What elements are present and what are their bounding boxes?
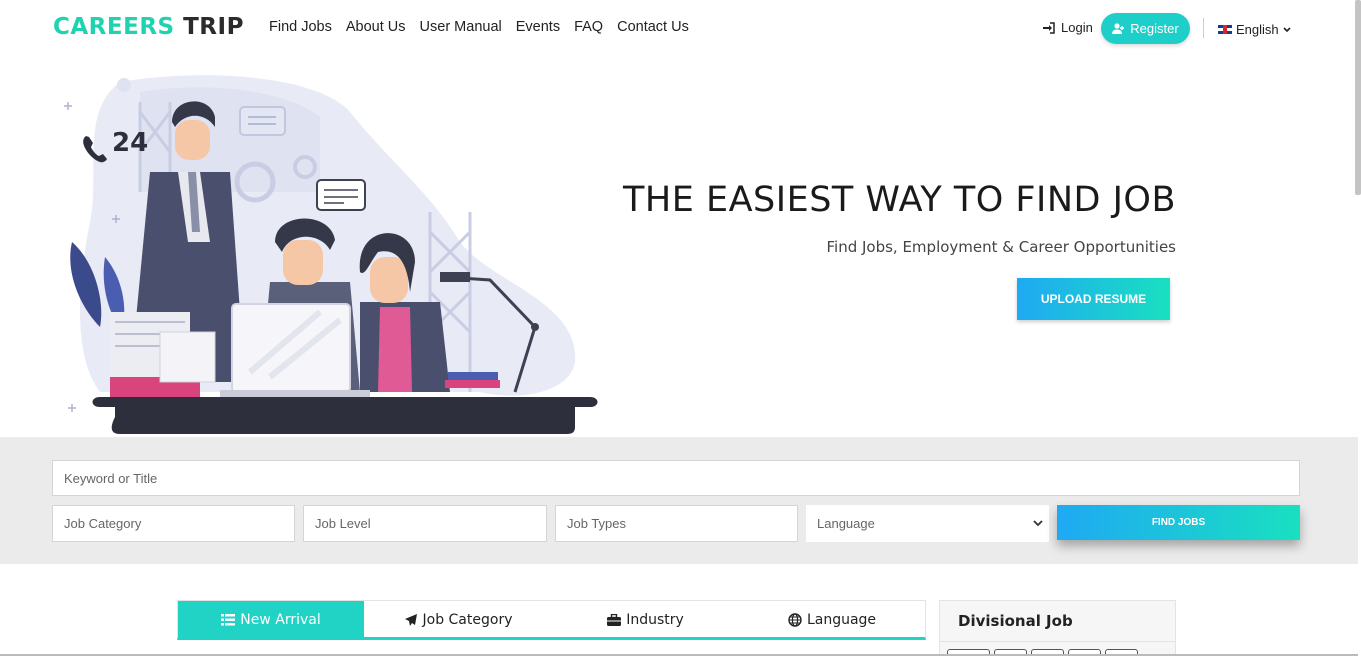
language-dropdown[interactable]: English bbox=[1218, 22, 1291, 37]
hero-title: THE EASIEST WAY TO FIND JOB bbox=[623, 180, 1176, 220]
job-category-placeholder: Job Category bbox=[64, 516, 142, 531]
nav-divider bbox=[1203, 18, 1204, 38]
top-navbar: CAREERS TRIP Find Jobs About Us User Man… bbox=[0, 0, 1361, 58]
job-level-input[interactable]: Job Level bbox=[303, 505, 547, 542]
tab-new-arrival[interactable]: New Arrival bbox=[178, 601, 364, 638]
nav-about-us[interactable]: About Us bbox=[346, 19, 406, 35]
hero-subtitle: Find Jobs, Employment & Career Opportuni… bbox=[826, 238, 1176, 256]
register-label: Register bbox=[1130, 21, 1179, 36]
job-tabs: New Arrival Job Category Industry Langua… bbox=[177, 600, 926, 640]
logo-part-2: TRIP bbox=[183, 14, 244, 40]
login-link[interactable]: Login bbox=[1042, 20, 1093, 35]
hero-illustration: 24 bbox=[60, 72, 600, 437]
job-types-input[interactable]: Job Types bbox=[555, 505, 798, 542]
job-types-placeholder: Job Types bbox=[567, 516, 627, 531]
upload-resume-button[interactable]: UPLOAD RESUME bbox=[1017, 278, 1170, 320]
tab-industry[interactable]: Industry bbox=[552, 601, 739, 638]
uk-flag-icon bbox=[1218, 25, 1232, 34]
nav-faq[interactable]: FAQ bbox=[574, 19, 603, 35]
globe-icon bbox=[788, 612, 802, 627]
list-icon bbox=[221, 613, 236, 626]
site-logo[interactable]: CAREERS TRIP bbox=[53, 14, 244, 40]
tab-label: Job Category bbox=[422, 611, 513, 628]
user-plus-icon bbox=[1112, 23, 1125, 34]
nav-find-jobs[interactable]: Find Jobs bbox=[269, 19, 332, 35]
nav-user-manual[interactable]: User Manual bbox=[420, 19, 502, 35]
find-jobs-button[interactable]: FIND JOBS bbox=[1057, 505, 1300, 540]
card-divider bbox=[940, 641, 1175, 642]
language-select[interactable]: Language bbox=[806, 505, 1049, 542]
tab-label: Language bbox=[806, 611, 877, 628]
keyword-input[interactable]: Keyword or Title bbox=[52, 460, 1300, 496]
sign-in-icon bbox=[1042, 21, 1055, 34]
badge-number: 24 bbox=[112, 128, 149, 158]
tab-language[interactable]: Language bbox=[739, 601, 925, 638]
search-panel: Keyword or Title Job Category Job Level … bbox=[0, 437, 1358, 564]
job-category-input[interactable]: Job Category bbox=[52, 505, 295, 542]
keyword-placeholder: Keyword or Title bbox=[64, 470, 158, 486]
chevron-down-icon bbox=[1283, 26, 1291, 33]
job-level-placeholder: Job Level bbox=[315, 516, 371, 531]
register-button[interactable]: Register bbox=[1101, 13, 1190, 44]
phone-icon bbox=[80, 134, 110, 164]
logo-part-1: CAREERS bbox=[53, 14, 175, 40]
paper-plane-icon bbox=[404, 613, 418, 627]
page-scrollbar[interactable] bbox=[1355, 0, 1361, 195]
nav-contact-us[interactable]: Contact Us bbox=[617, 19, 689, 35]
phone-24-badge: 24 bbox=[80, 128, 148, 164]
divisional-job-card: Divisional Job bbox=[939, 600, 1176, 656]
divisional-job-title: Divisional Job bbox=[958, 612, 1073, 630]
language-select-value: Language bbox=[817, 516, 875, 531]
tab-label: Industry bbox=[626, 611, 684, 628]
briefcase-icon bbox=[607, 613, 622, 626]
nav-events[interactable]: Events bbox=[516, 19, 560, 35]
language-label: English bbox=[1236, 22, 1279, 37]
main-menu: Find Jobs About Us User Manual Events FA… bbox=[269, 19, 703, 35]
login-label: Login bbox=[1061, 20, 1093, 35]
chevron-down-icon bbox=[1033, 520, 1043, 527]
tab-job-category[interactable]: Job Category bbox=[364, 601, 552, 638]
tab-label: New Arrival bbox=[240, 611, 321, 628]
